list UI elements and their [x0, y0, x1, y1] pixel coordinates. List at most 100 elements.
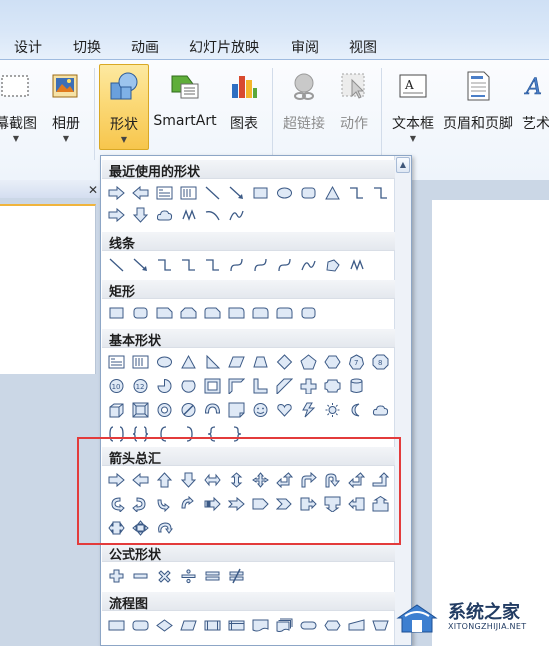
shape-tri-icon[interactable] — [177, 351, 200, 373]
tab-animations[interactable]: 动画 — [131, 37, 159, 57]
shape-fcprep-icon[interactable] — [321, 614, 344, 636]
shape-rect-icon[interactable] — [105, 302, 128, 324]
shape-arcurvd-icon[interactable] — [177, 493, 200, 515]
shape-dblbrace-icon[interactable] — [129, 423, 152, 445]
shape-rtri-icon[interactable] — [201, 351, 224, 373]
shape-fcpre-icon[interactable] — [201, 614, 224, 636]
shape-elbow-icon[interactable] — [177, 254, 200, 276]
shape-pentarrow-icon[interactable] — [249, 493, 272, 515]
shape-arl-icon[interactable] — [129, 469, 152, 491]
shape-snip1-icon[interactable] — [153, 302, 176, 324]
shape-arbentup-icon[interactable] — [369, 469, 392, 491]
shape-chord-icon[interactable] — [177, 375, 200, 397]
shape-hex-icon[interactable] — [321, 351, 344, 373]
tab-transitions[interactable]: 切换 — [73, 37, 101, 57]
smartart-button[interactable]: SmartArt — [151, 64, 219, 150]
tab-review[interactable]: 审阅 — [291, 37, 319, 57]
header-footer-button[interactable]: 页眉和页脚 — [440, 64, 516, 150]
shape-halfframe-icon[interactable] — [225, 375, 248, 397]
shape-plaque-icon[interactable] — [321, 375, 344, 397]
shape-textbox-icon[interactable] — [105, 351, 128, 373]
shape-ard-icon[interactable] — [177, 469, 200, 491]
shape-scribble-icon[interactable] — [345, 254, 368, 276]
shape-sun-icon[interactable] — [321, 399, 344, 421]
shape-bevel-icon[interactable] — [129, 399, 152, 421]
shape-para-icon[interactable] — [225, 351, 248, 373]
shape-num12-icon[interactable]: 12 — [129, 375, 152, 397]
shape-fcalt-icon[interactable] — [129, 614, 152, 636]
shape-wave-icon[interactable] — [297, 254, 320, 276]
shape-fcmanin-icon[interactable] — [345, 614, 368, 636]
shape-bracer-icon[interactable] — [225, 423, 248, 445]
close-icon[interactable]: ✕ — [88, 183, 98, 197]
shape-cube-icon[interactable] — [105, 399, 128, 421]
shape-oct8-icon[interactable]: 8 — [369, 351, 392, 373]
shape-fcdec-icon[interactable] — [153, 614, 176, 636]
shape-ar4-icon[interactable] — [249, 469, 272, 491]
shape-rrect-icon[interactable] — [297, 302, 320, 324]
shape-smiley-icon[interactable] — [249, 399, 272, 421]
shape-textbox-icon[interactable] — [153, 182, 176, 204]
shape-times-icon[interactable] — [153, 565, 176, 587]
slide-thumbnail[interactable] — [0, 204, 96, 374]
shape-fold-icon[interactable] — [225, 399, 248, 421]
shape-arcurvr-icon[interactable] — [105, 493, 128, 515]
shape-cross-icon[interactable] — [297, 375, 320, 397]
shape-rrect-icon[interactable] — [297, 182, 320, 204]
shape-bolt-icon[interactable] — [297, 399, 320, 421]
shape-sniprnd-icon[interactable] — [201, 302, 224, 324]
gallery-scrollbar[interactable]: ▲ — [394, 156, 411, 645]
shape-arud-icon[interactable] — [225, 469, 248, 491]
wordart-button[interactable]: A 艺术 — [518, 64, 549, 150]
photo-album-button[interactable]: 相册 ▼ — [44, 64, 88, 150]
scroll-up-arrow-icon[interactable]: ▲ — [396, 157, 410, 173]
shape-num10-icon[interactable]: 10 — [105, 375, 128, 397]
shape-arr-icon[interactable] — [105, 469, 128, 491]
shape-diagstr-icon[interactable] — [273, 375, 296, 397]
shape-dia-icon[interactable] — [273, 351, 296, 373]
shape-fcdata-icon[interactable] — [177, 614, 200, 636]
shape-fcmanop-icon[interactable] — [369, 614, 392, 636]
shape-cloud-icon[interactable] — [369, 399, 392, 421]
shape-circarrow-icon[interactable] — [153, 517, 176, 539]
shape-donut-icon[interactable] — [153, 399, 176, 421]
shape-arrline-icon[interactable] — [225, 182, 248, 204]
shape-arstripe-icon[interactable] — [201, 493, 224, 515]
shape-moon-icon[interactable] — [345, 399, 368, 421]
shape-plus-icon[interactable] — [105, 565, 128, 587]
action-button[interactable]: 动作 — [332, 64, 376, 150]
shape-elbow-icon[interactable] — [345, 182, 368, 204]
screenshot-button[interactable]: 幕截图 ▼ — [0, 64, 40, 150]
shape-arr-icon[interactable] — [105, 182, 128, 204]
shape-calld-icon[interactable] — [321, 493, 344, 515]
shape-rnd2-icon[interactable] — [273, 302, 296, 324]
shape-calllr-icon[interactable] — [105, 517, 128, 539]
textbox-button[interactable]: A 文本框 ▼ — [388, 64, 438, 150]
shape-callu-icon[interactable] — [369, 493, 392, 515]
shape-curve-icon[interactable] — [273, 254, 296, 276]
shape-pie-icon[interactable] — [153, 375, 176, 397]
shape-tri-icon[interactable] — [321, 182, 344, 204]
shape-call4-icon[interactable] — [129, 517, 152, 539]
shape-rect-icon[interactable] — [249, 182, 272, 204]
shape-wave-icon[interactable] — [225, 204, 248, 226]
shape-elbow-icon[interactable] — [153, 254, 176, 276]
shape-line-icon[interactable] — [105, 254, 128, 276]
shape-bracel-icon[interactable] — [201, 423, 224, 445]
tab-view[interactable]: 视图 — [349, 37, 377, 57]
shape-elbow-icon[interactable] — [369, 182, 392, 204]
hyperlink-button[interactable]: 超链接 — [278, 64, 330, 150]
shape-curve-icon[interactable] — [225, 254, 248, 276]
shape-aru-icon[interactable] — [153, 469, 176, 491]
shape-rrect-icon[interactable] — [129, 302, 152, 324]
shape-heart-icon[interactable] — [273, 399, 296, 421]
shape-aruturn-icon[interactable] — [321, 469, 344, 491]
shape-arcurvl-icon[interactable] — [129, 493, 152, 515]
shape-line-icon[interactable] — [201, 182, 224, 204]
shape-arcurvu-icon[interactable] — [153, 493, 176, 515]
shape-arr-icon[interactable] — [105, 204, 128, 226]
shape-cloud-icon[interactable] — [153, 204, 176, 226]
shape-rnd1-icon[interactable] — [225, 302, 248, 324]
shape-minus-icon[interactable] — [129, 565, 152, 587]
tab-slideshow[interactable]: 幻灯片放映 — [189, 37, 259, 57]
